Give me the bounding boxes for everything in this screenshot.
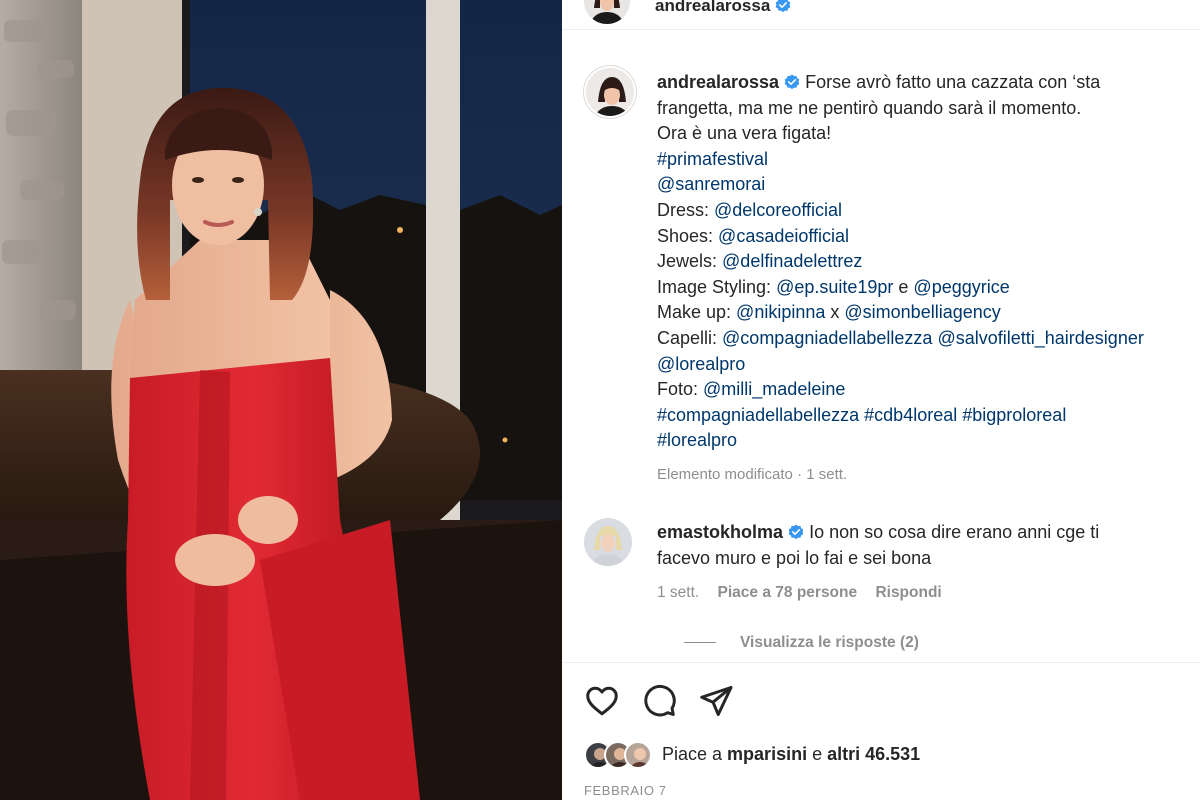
credit-label: Dress: [657,199,715,220]
header-username-text[interactable]: andrealarossa [655,0,770,15]
likes-text: Piace a mparisini e altri 46.531 [662,744,920,765]
post-header: andrealarossa [562,0,1200,30]
share-icon[interactable] [698,683,734,719]
comments-scroll-area[interactable]: andrealarossa Forse avrò fatto una cazza… [562,30,1200,662]
caption-line: Ora è una vera figata! [657,123,832,144]
mention-link[interactable]: @sanremorai [657,174,765,194]
likes-others-link[interactable]: altri 46.531 [827,744,920,764]
hashtag-link[interactable]: #primafestival [657,149,768,169]
comment-icon[interactable] [641,683,677,719]
mention-link[interactable]: @nikipinna [736,302,825,322]
header-username[interactable]: andrealarossa [655,0,791,16]
comment-text: emastokholma Io non so cosa dire erano a… [657,520,1200,571]
post-photo[interactable] [0,0,562,800]
caption-author-avatar[interactable] [584,66,636,118]
view-replies-label[interactable]: Visualizza le risposte (2) [740,634,919,651]
heart-icon[interactable] [584,683,620,719]
likes-middle: e [807,744,828,764]
mention-link[interactable]: @simonbelliagency [844,302,1000,322]
caption-line: frangetta, ma me ne pentirò quando sarà … [657,97,1082,118]
mention-link[interactable]: @lorealpro [657,354,745,374]
comment-username[interactable]: emastokholma [657,522,783,542]
caption-text: andrealarossa Forse avrò fatto una cazza… [657,70,1200,454]
mention-link[interactable]: @milli_madeleine [703,379,845,399]
commenter-avatar[interactable] [584,518,632,566]
credit-label: Image Styling: [657,276,777,297]
caption-edited-meta: Elemento modificato · 1 sett. [657,466,848,483]
hashtag-link[interactable]: #compagniadellabellezza [657,405,859,425]
mention-link[interactable]: @casadeiofficial [718,226,849,246]
replies-divider [684,642,716,644]
comment-line: facevo muro e poi lo fai e sei bona [657,547,932,568]
hashtag-link[interactable]: #lorealpro [657,430,737,450]
liker-avatar[interactable] [624,741,652,769]
credit-label: Shoes: [657,225,719,246]
comment-meta: 1 sett. Piace a 78 persone Rispondi [657,584,956,602]
comment-likes-button[interactable]: Piace a 78 persone [718,584,858,601]
credit-joiner: e [893,276,914,297]
post-actions: Piace a mparisini e altri 46.531 FEBBRAI… [562,662,1200,800]
mention-link[interactable]: @peggyrice [913,277,1009,297]
hashtag-link[interactable]: #bigproloreal [962,405,1066,425]
mention-link[interactable]: @delcoreofficial [714,200,842,220]
credit-label: Capelli: [657,327,723,348]
mention-link[interactable]: @delfinadelettrez [722,251,862,271]
likes-prefix: Piace a [662,744,728,764]
verified-badge-icon [788,524,804,540]
reply-button[interactable]: Rispondi [875,584,941,601]
mention-link[interactable]: @compagniadellabellezza [722,328,932,348]
credit-label: Foto: [657,379,704,400]
likes-user-link[interactable]: mparisini [727,744,807,764]
comment-time[interactable]: 1 sett. [657,584,699,601]
post-details-panel: andrealarossa andrealarossa Forse avrò f… [562,0,1200,800]
credit-joiner: x [825,302,845,323]
comment-line: Io non so cosa dire erano anni cge ti [809,522,1100,542]
credit-label: Make up: [657,302,737,323]
mention-link[interactable]: @salvofiletti_hairdesigner [937,328,1143,348]
view-replies-button[interactable]: Visualizza le risposte (2) [684,634,919,652]
caption-line: Forse avrò fatto una cazzata con ‘sta [805,72,1101,92]
verified-badge-icon [784,74,800,90]
author-avatar[interactable] [584,0,630,24]
caption-username[interactable]: andrealarossa [657,72,779,92]
credit-label: Jewels: [657,251,723,272]
mention-link[interactable]: @ep.suite19pr [776,277,893,297]
verified-badge-icon [775,0,791,13]
post-date[interactable]: FEBBRAIO 7 [584,783,667,798]
hashtag-link[interactable]: #cdb4loreal [864,405,957,425]
